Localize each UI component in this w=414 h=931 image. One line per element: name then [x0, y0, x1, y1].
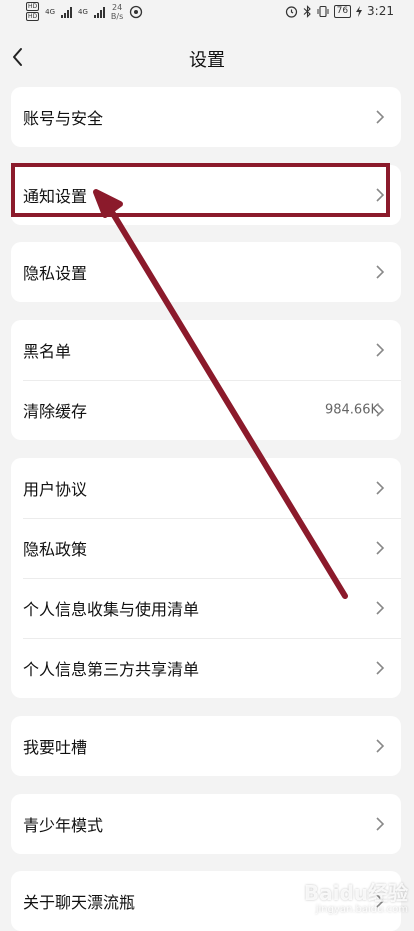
chevron-right-icon — [376, 739, 385, 753]
setting-label: 用户协议 — [23, 480, 88, 499]
chevron-right-icon — [376, 343, 385, 357]
status-left: HD HD 4G 4G 24 B/s — [26, 2, 143, 21]
chevron-right-icon — [376, 481, 385, 495]
chevron-right-icon — [376, 817, 385, 831]
watermark: Baidu经验 jingyan.baidu.com — [304, 882, 408, 915]
setting-privacy-policy[interactable]: 隐私政策 — [11, 518, 401, 578]
network-type-right: 4G — [78, 7, 88, 16]
setting-label: 账号与安全 — [23, 109, 104, 128]
settings-group-legal: 用户协议 隐私政策 个人信息收集与使用清单 个人信息第三方共享清单 — [11, 458, 401, 698]
settings-group-notification: 通知设置 — [11, 165, 401, 225]
setting-clear-cache[interactable]: 清除缓存 984.66K — [11, 380, 401, 440]
setting-privacy[interactable]: 隐私设置 — [11, 242, 401, 302]
nav-bar: 设置 — [0, 36, 414, 78]
setting-feedback[interactable]: 我要吐槽 — [11, 716, 401, 776]
setting-label: 我要吐槽 — [23, 738, 88, 757]
chevron-right-icon — [376, 265, 385, 279]
settings-group-feedback: 我要吐槽 — [11, 716, 401, 776]
settings-group-privacy: 隐私设置 — [11, 242, 401, 302]
status-right: 76 3:21 — [285, 4, 394, 18]
watermark-logo: Baidu经验 — [303, 881, 408, 905]
bluetooth-icon — [303, 4, 311, 18]
page-title: 设置 — [189, 50, 225, 71]
setting-label: 黑名单 — [23, 342, 72, 361]
settings-group-youth: 青少年模式 — [11, 794, 401, 854]
vibrate-icon — [317, 5, 329, 17]
net-speed: 24 B/s — [111, 3, 123, 21]
setting-third-party-sharing-list[interactable]: 个人信息第三方共享清单 — [11, 638, 401, 698]
setting-blacklist[interactable]: 黑名单 — [11, 320, 401, 380]
chevron-right-icon — [376, 403, 385, 417]
network-type-left: 4G — [45, 7, 56, 16]
clock: 3:21 — [367, 4, 394, 18]
setting-label: 个人信息第三方共享清单 — [23, 660, 200, 679]
chevron-right-icon — [376, 541, 385, 555]
setting-label: 关于聊天漂流瓶 — [23, 893, 136, 912]
chevron-right-icon — [376, 188, 385, 202]
net-speed-value: 24 — [112, 2, 123, 12]
net-speed-unit: B/s — [110, 11, 124, 21]
hd-icon: HD — [26, 2, 40, 11]
hd-icon: HD — [26, 12, 40, 21]
chevron-right-icon — [376, 110, 385, 124]
setting-label: 隐私政策 — [23, 540, 88, 559]
setting-youth-mode[interactable]: 青少年模式 — [11, 794, 401, 854]
setting-info-collection-list[interactable]: 个人信息收集与使用清单 — [11, 578, 401, 638]
charging-icon — [356, 5, 363, 17]
setting-label: 个人信息收集与使用清单 — [23, 600, 200, 619]
setting-label: 清除缓存 — [23, 402, 88, 421]
setting-label: 通知设置 — [23, 187, 88, 206]
setting-user-agreement[interactable]: 用户协议 — [11, 458, 401, 518]
cache-size: 984.66K — [324, 402, 379, 418]
setting-notification[interactable]: 通知设置 — [11, 165, 401, 225]
watermark-url: jingyan.baidu.com — [315, 904, 408, 915]
chevron-right-icon — [376, 601, 385, 615]
status-bar: HD HD 4G 4G 24 B/s 76 3:21 — [0, 0, 414, 26]
setting-label: 隐私设置 — [23, 264, 88, 283]
settings-group-data: 黑名单 清除缓存 984.66K — [11, 320, 401, 440]
hd-badges: HD HD — [26, 2, 40, 21]
setting-label: 青少年模式 — [23, 816, 104, 835]
signal-icon — [61, 6, 73, 18]
app-notification-icon — [130, 5, 143, 18]
setting-account-security[interactable]: 账号与安全 — [11, 87, 401, 147]
signal-icon — [93, 6, 105, 18]
settings-group-account: 账号与安全 — [11, 87, 401, 147]
battery-icon: 76 — [333, 4, 352, 18]
chevron-right-icon — [376, 661, 385, 675]
alarm-icon — [285, 5, 297, 18]
